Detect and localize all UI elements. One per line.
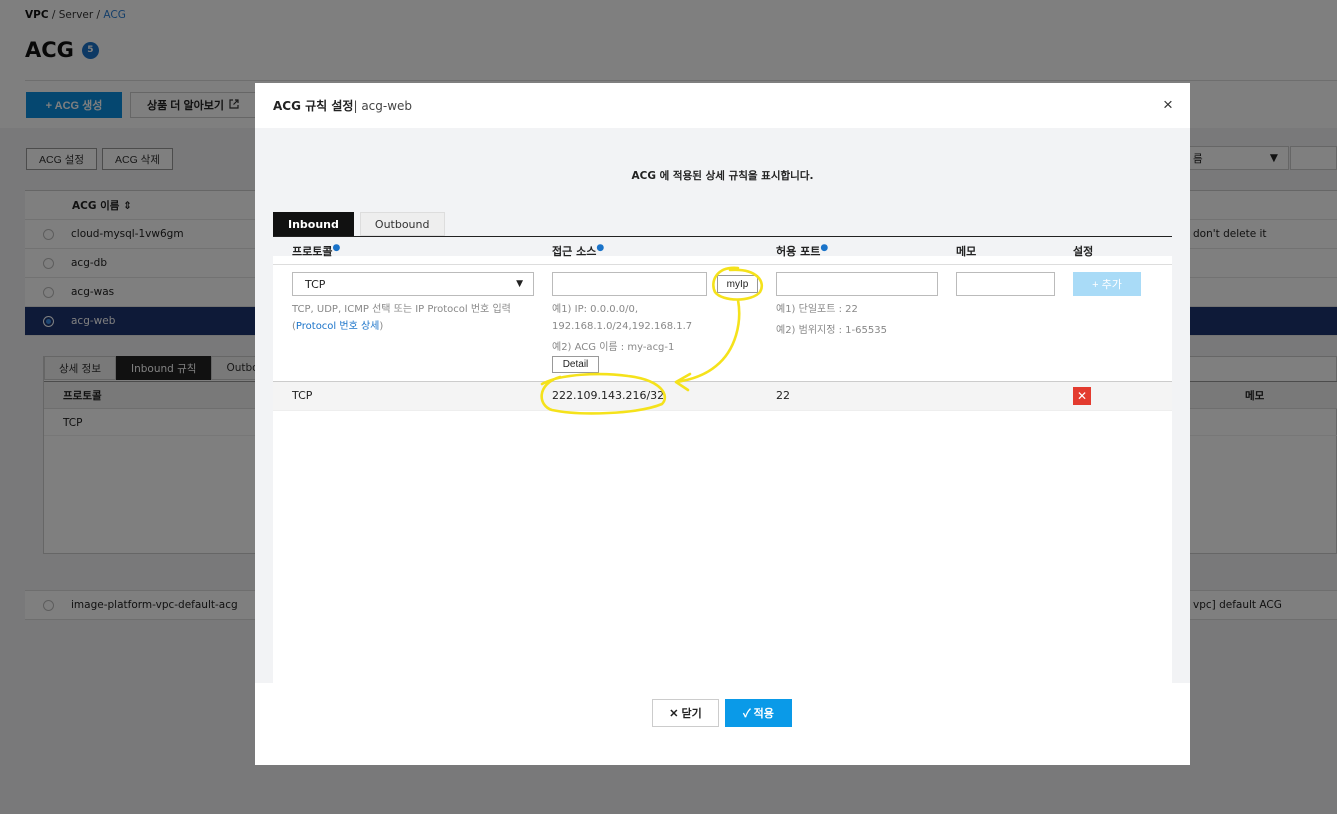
rule-tabs: Inbound Outbound [273,212,445,236]
rule-source: 222.109.143.216/32 [552,389,665,402]
acg-rule-modal: ACG 규칙 설정 | acg-web × ACG 에 적용된 상세 규칙을 표… [255,83,1190,765]
divider [273,236,1172,237]
divider [273,264,1172,265]
protocol-detail-link[interactable]: Protocol 번호 상세 [296,321,379,332]
col-protocol: 프로토콜● [292,243,341,258]
tab-inbound[interactable]: Inbound [273,212,354,236]
memo-input[interactable] [956,272,1055,296]
tab-outbound[interactable]: Outbound [359,212,445,236]
modal-subtitle: | acg-web [353,98,413,113]
protocol-hint: TCP, UDP, ICMP 선택 또는 IP Protocol 번호 입력 (… [292,304,511,332]
add-rule-button[interactable]: + 추가 [1073,272,1141,296]
delete-rule-icon[interactable]: ✕ [1073,387,1091,405]
col-source: 접근 소스● [552,243,605,258]
myip-button[interactable]: myIp [717,275,758,293]
detail-button[interactable]: Detail [552,356,599,373]
source-input[interactable] [552,272,707,296]
modal-header: ACG 규칙 설정 | acg-web [255,83,1190,128]
col-memo: 메모 [956,245,977,258]
col-action: 설정 [1073,245,1094,258]
table-row [273,381,1172,411]
modal-title: ACG 규칙 설정 [273,99,354,113]
col-port: 허용 포트● [776,243,829,258]
apply-button[interactable]: ✓ 적용 [725,699,792,727]
port-hint: 예1) 단일포트 : 22 예2) 범위지정 : 1-65535 [776,304,887,336]
modal-description: ACG 에 적용된 상세 규칙을 표시합니다. [631,170,814,182]
port-input[interactable] [776,272,938,296]
rule-port: 22 [776,389,790,402]
source-hint: 예1) IP: 0.0.0.0/0, 192.168.1.0/24,192.16… [552,304,693,353]
close-button[interactable]: ✕ 닫기 [652,699,719,727]
rule-protocol: TCP [292,389,313,402]
close-icon[interactable]: × [1160,96,1176,113]
divider [273,381,1172,382]
chevron-down-icon: ▼ [516,279,523,289]
protocol-select[interactable]: TCP ▼ [292,272,534,296]
